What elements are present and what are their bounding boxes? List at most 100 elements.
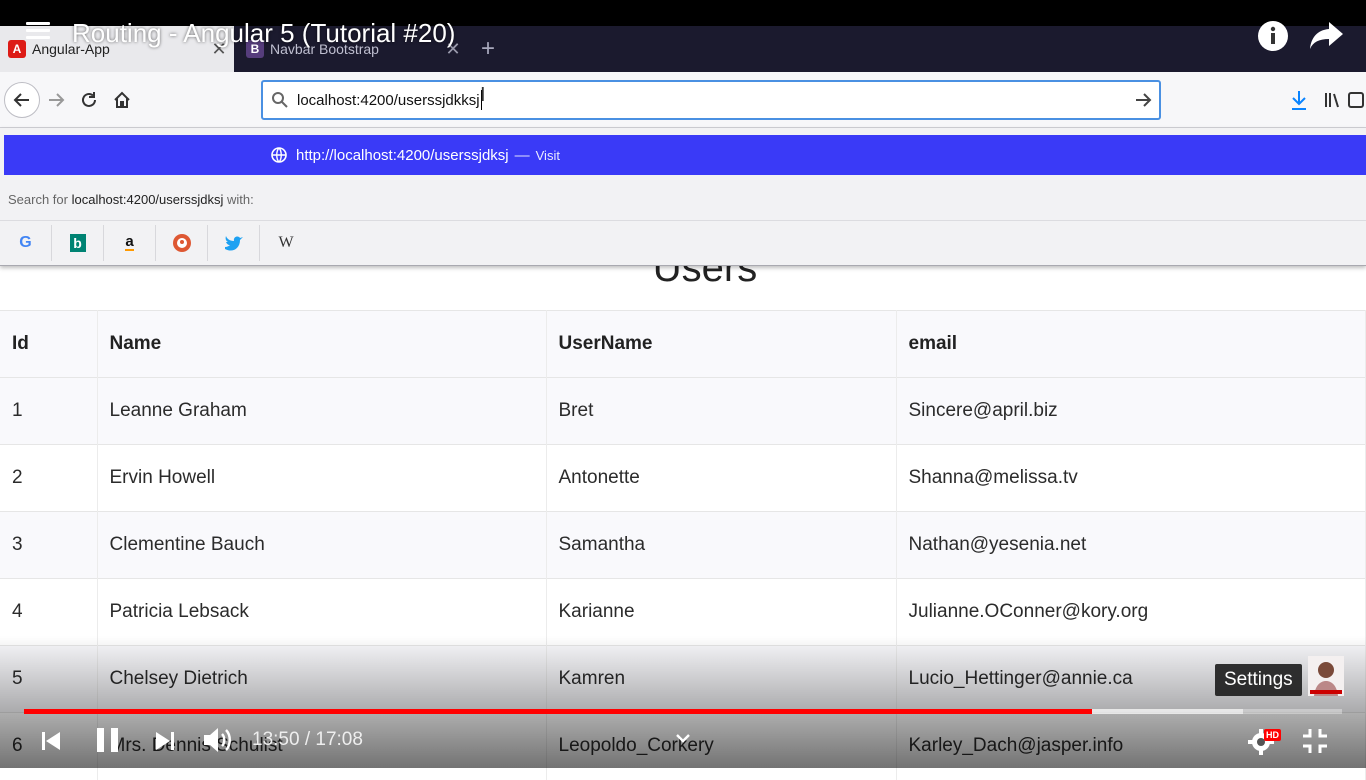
suggestion-url: http://localhost:4200/userssjdksj xyxy=(296,146,509,164)
url-suggestion-popup: http://localhost:4200/userssjdksj — Visi… xyxy=(0,128,1366,266)
cell-email: Shanna@melissa.tv xyxy=(896,444,1366,512)
menu-icon[interactable] xyxy=(26,22,50,40)
address-bar[interactable]: localhost:4200/userssjdkksj xyxy=(261,80,1161,120)
skip-previous-icon xyxy=(42,732,60,750)
library-icon xyxy=(1325,93,1339,108)
cell-name: Patricia Lebsack xyxy=(97,578,547,646)
suggestion-action: Visit xyxy=(535,147,560,163)
cell-name: Clementine Bauch xyxy=(97,511,547,579)
wikipedia-icon: W xyxy=(278,233,294,251)
cell-email: Julianne.OConner@kory.org xyxy=(896,578,1366,646)
angular-favicon-icon: A xyxy=(8,40,26,58)
new-tab-button[interactable]: + xyxy=(474,32,502,66)
current-time: 13:50 xyxy=(252,729,300,750)
suggestion-separator: — xyxy=(514,146,530,164)
column-header-id: Id xyxy=(0,310,98,378)
go-arrow-icon[interactable] xyxy=(1133,90,1153,110)
cell-id: 2 xyxy=(0,444,98,512)
amazon-search-button[interactable]: a xyxy=(104,224,156,261)
table-row: 2 Ervin Howell Antonette Shanna@melissa.… xyxy=(0,444,1366,512)
skip-next-icon xyxy=(156,732,174,750)
ibeam-cursor-icon: I xyxy=(480,84,486,106)
pause-icon xyxy=(97,728,118,752)
navigation-toolbar: localhost:4200/userssjdkksj I xyxy=(0,72,1366,128)
exit-fullscreen-button[interactable] xyxy=(1300,726,1330,756)
arrow-left-icon xyxy=(13,93,29,107)
channel-avatar[interactable] xyxy=(1308,656,1344,696)
table-row: 4 Patricia Lebsack Karianne Julianne.OCo… xyxy=(0,578,1366,646)
forward-button[interactable] xyxy=(40,84,72,116)
cell-username: Kamren xyxy=(546,645,897,713)
cell-username: Karianne xyxy=(546,578,897,646)
cell-name: Ervin Howell xyxy=(97,444,547,512)
home-button[interactable] xyxy=(106,84,138,116)
column-header-name: Name xyxy=(97,310,547,378)
google-icon: G xyxy=(19,233,32,251)
video-progress-bar[interactable] xyxy=(24,709,1342,714)
share-icon[interactable] xyxy=(1309,20,1345,52)
info-icon[interactable] xyxy=(1257,20,1289,52)
wikipedia-search-button[interactable]: W xyxy=(260,225,312,261)
back-button[interactable] xyxy=(4,82,40,118)
reload-icon xyxy=(82,92,96,107)
search-engine-list: G b a W xyxy=(0,220,1366,264)
reload-button[interactable] xyxy=(73,84,105,116)
search-for-suffix: with: xyxy=(223,192,254,207)
twitter-search-button[interactable] xyxy=(208,224,260,261)
arrow-right-icon xyxy=(49,93,65,107)
duckduckgo-search-button[interactable] xyxy=(156,224,208,261)
home-icon xyxy=(114,91,130,108)
table-row: 5 Chelsey Dietrich Kamren Lucio_Hettinge… xyxy=(0,645,1366,713)
sidebar-icon xyxy=(1348,92,1364,108)
time-separator: / xyxy=(299,729,316,750)
library-button[interactable] xyxy=(1317,84,1349,116)
cell-username: Samantha xyxy=(546,511,897,579)
cell-username: Bret xyxy=(546,377,897,445)
pause-button[interactable] xyxy=(94,726,122,754)
google-search-button[interactable]: G xyxy=(0,224,52,261)
chapter-expand-button[interactable] xyxy=(672,728,694,748)
sidebar-button[interactable] xyxy=(1346,84,1366,116)
twitter-icon xyxy=(224,235,243,251)
cell-email: Karley_Dach@jasper.info xyxy=(896,712,1366,780)
previous-button[interactable] xyxy=(38,728,64,754)
table-row: 1 Leanne Graham Bret Sincere@april.biz xyxy=(0,377,1366,445)
search-for-prefix: Search for xyxy=(8,192,72,207)
cell-email: Nathan@yesenia.net xyxy=(896,511,1366,579)
bing-search-button[interactable]: b xyxy=(52,224,104,261)
chevron-down-icon xyxy=(676,734,690,743)
cell-id: 3 xyxy=(0,511,98,579)
suggestion-visit-row[interactable]: http://localhost:4200/userssjdksj — Visi… xyxy=(4,135,1366,175)
search-for-query: localhost:4200/userssjdksj xyxy=(71,192,224,207)
video-title[interactable]: Routing - Angular 5 (Tutorial #20) xyxy=(72,18,455,49)
column-header-username: UserName xyxy=(546,310,897,378)
cell-id: 4 xyxy=(0,578,98,646)
cell-email: Sincere@april.biz xyxy=(896,377,1366,445)
cell-username: Leopoldo_Corkery xyxy=(546,712,897,780)
cell-name: Chelsey Dietrich xyxy=(97,645,547,713)
hd-badge: HD xyxy=(1264,729,1281,741)
cell-name: Leanne Graham xyxy=(97,377,547,445)
bing-icon: b xyxy=(69,233,86,252)
column-header-email: email xyxy=(896,310,1366,378)
exit-fullscreen-icon xyxy=(1303,729,1327,753)
download-icon xyxy=(1292,91,1306,110)
duckduckgo-icon xyxy=(172,233,191,252)
downloads-button[interactable] xyxy=(1283,84,1315,116)
next-button[interactable] xyxy=(152,728,178,754)
volume-icon xyxy=(204,728,231,752)
volume-button[interactable] xyxy=(202,725,234,755)
time-display: 13:50 / 17:08 xyxy=(252,729,363,751)
search-icon xyxy=(272,92,288,108)
progress-played xyxy=(24,709,1092,714)
table-row: 3 Clementine Bauch Samantha Nathan@yesen… xyxy=(0,511,1366,579)
globe-icon xyxy=(271,147,287,163)
cell-username: Antonette xyxy=(546,444,897,512)
address-bar-text[interactable]: localhost:4200/userssjdkksj xyxy=(297,92,480,109)
table-header-row: Id Name UserName email xyxy=(0,310,1366,378)
settings-tooltip: Settings xyxy=(1215,664,1302,696)
search-for-text: Search for localhost:4200/userssjdksj wi… xyxy=(8,192,254,207)
cell-id: 5 xyxy=(0,645,98,713)
amazon-icon: a xyxy=(125,232,134,251)
cell-id: 1 xyxy=(0,377,98,445)
